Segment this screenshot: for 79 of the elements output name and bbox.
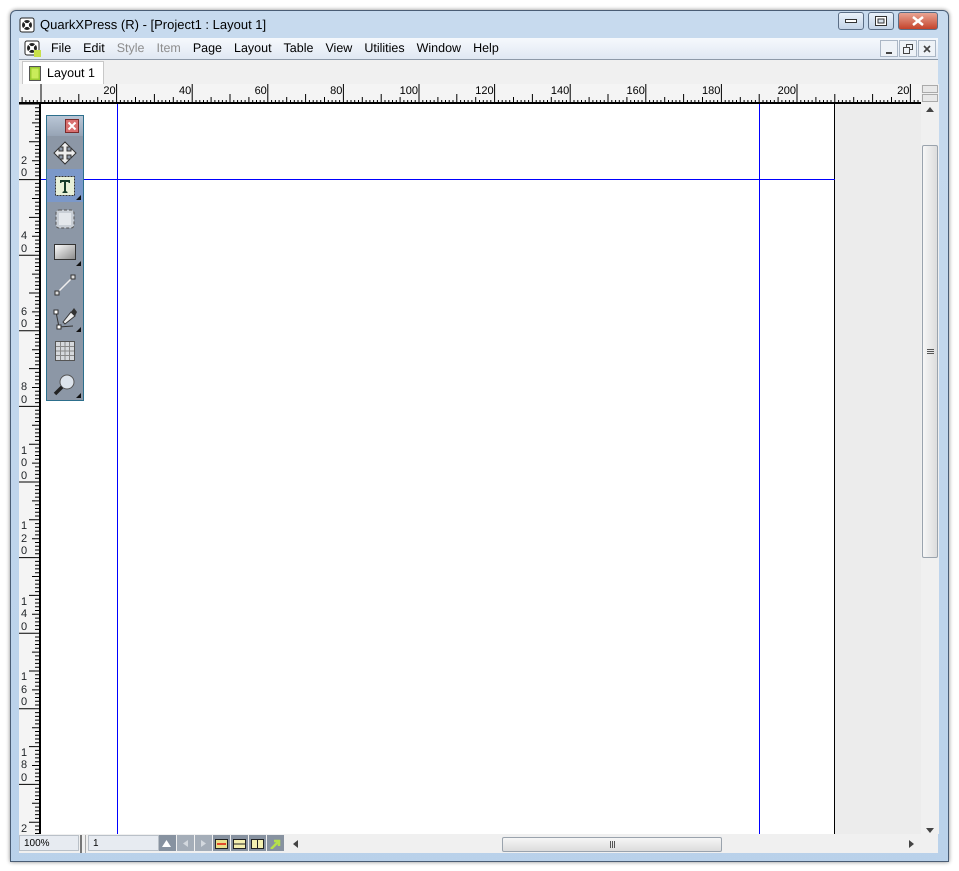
table-grid-icon (53, 338, 77, 362)
ruler-label: 2 (21, 822, 28, 834)
ruler-label: 120 (21, 520, 28, 558)
tool-button[interactable] (47, 169, 83, 202)
magnifier-icon (53, 372, 77, 396)
pen-icon (53, 306, 77, 330)
ruler-label: 200 (778, 85, 796, 97)
layout-tab[interactable]: Layout 1 (22, 61, 104, 84)
page-icon (29, 66, 41, 80)
ruler-label: 180 (21, 746, 28, 784)
flyout-triangle-icon (76, 261, 81, 266)
scroll-up-arrow-icon[interactable] (926, 106, 934, 112)
ruler-label: 120 (475, 85, 494, 97)
minimize-button[interactable] (838, 12, 864, 30)
ruler-label: 20 (103, 85, 116, 97)
ruler-label: 100 (400, 85, 418, 97)
ruler-label: 20 (897, 85, 910, 97)
text-box-icon (53, 174, 77, 198)
ruler-label: 140 (21, 596, 28, 634)
diagonal-arrow-icon (269, 838, 282, 848)
zoom-field[interactable]: 100% (19, 835, 79, 851)
menu-item[interactable]: Utilities (358, 39, 411, 58)
flyout-triangle-icon (76, 195, 81, 200)
ruler-label: 160 (21, 671, 28, 709)
minimize-icon (886, 52, 892, 54)
close-button[interactable] (898, 12, 938, 30)
splitter-handle[interactable] (80, 835, 86, 853)
close-icon[interactable] (65, 119, 79, 133)
ruler-label: 20 (21, 154, 28, 180)
maximize-button[interactable] (868, 12, 894, 30)
layout-icon (215, 838, 228, 848)
page-field[interactable]: 1 (88, 835, 159, 851)
flyout-triangle-icon (76, 393, 81, 398)
split-vertical-icon (251, 838, 264, 848)
maximize-icon (875, 16, 887, 26)
scroll-left-arrow-icon[interactable] (293, 840, 298, 848)
menu-item[interactable]: Page (186, 39, 228, 58)
menu-item[interactable]: View (319, 39, 358, 58)
split-horizontal-icon (233, 838, 246, 848)
ruler-label: 140 (550, 85, 570, 97)
restore-icon (903, 44, 913, 54)
horizontal-scroll-thumb[interactable] (502, 836, 722, 852)
grip-icon (610, 840, 614, 848)
ruler-label: 60 (21, 306, 28, 331)
ruler-label: 60 (254, 85, 267, 97)
menu-item[interactable]: Help (467, 39, 505, 58)
triangle-up-icon (161, 838, 174, 848)
ruler-label: 40 (178, 85, 192, 97)
move-arrows-icon (53, 140, 77, 164)
ruler-label: 80 (330, 85, 342, 97)
vertical-scroll-thumb[interactable] (922, 145, 938, 558)
close-icon (912, 16, 924, 26)
document-logo-icon (24, 40, 41, 57)
ruler-label: 40 (21, 230, 28, 256)
document-restore-button[interactable] (899, 40, 917, 57)
scroll-down-arrow-icon[interactable] (926, 828, 934, 834)
status-bar-button[interactable] (249, 835, 266, 851)
menu-item[interactable]: File (45, 39, 78, 58)
menu-item[interactable]: Window (410, 39, 468, 58)
window-title: QuarkXPress (R) - [Project1 : Layout 1] (40, 16, 268, 34)
picture-box-icon (53, 206, 77, 230)
menu-item[interactable]: Table (278, 39, 320, 58)
ruler-label: 160 (626, 85, 645, 97)
document-minimize-button[interactable] (880, 40, 898, 57)
minimize-icon (845, 18, 857, 24)
ruler-label: 100 (21, 444, 28, 482)
close-icon (923, 44, 931, 52)
status-bar-button[interactable] (213, 835, 230, 851)
grip-icon (926, 349, 934, 354)
scroll-right-arrow-icon[interactable] (909, 840, 914, 848)
menu-item[interactable]: Layout (228, 39, 278, 58)
ruler-label: 80 (21, 381, 28, 406)
status-bar-button[interactable] (231, 835, 248, 851)
line-icon (53, 272, 77, 296)
menu-item[interactable]: Edit (77, 39, 111, 58)
app-logo-icon (19, 16, 35, 32)
document-close-button[interactable] (918, 40, 936, 57)
flyout-triangle-icon (76, 327, 81, 332)
ruler-label: 180 (702, 85, 720, 97)
